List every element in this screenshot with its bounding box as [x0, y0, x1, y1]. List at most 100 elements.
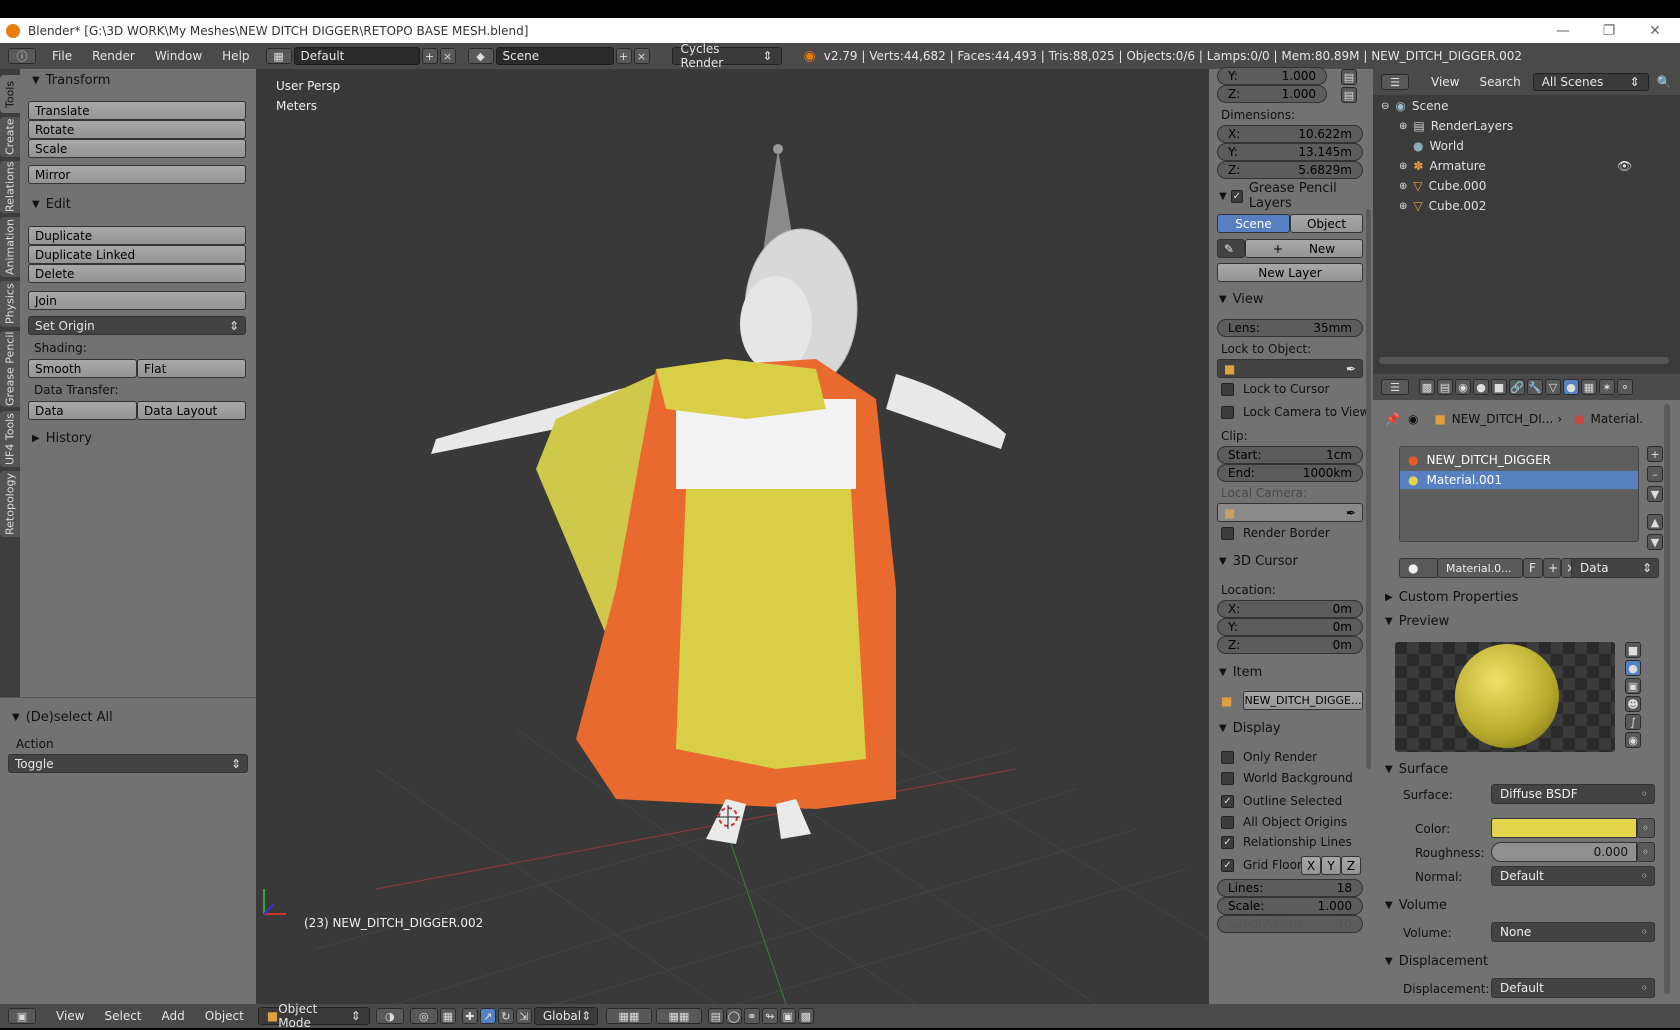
material-tab-icon[interactable]: ●: [1563, 379, 1579, 395]
editor-type-icon[interactable]: ⓘ: [8, 48, 36, 64]
orientation-select[interactable]: Global ⇕: [533, 1007, 598, 1025]
render-tab-icon[interactable]: ▩: [1419, 379, 1435, 395]
menu-select[interactable]: Select: [94, 1009, 151, 1023]
grid-floor-checkbox[interactable]: ✓ Grid Floor: [1221, 858, 1302, 872]
rotate-manipulator-icon[interactable]: ↻: [497, 1008, 514, 1024]
edit-panel-header[interactable]: ▼ Edit: [20, 193, 71, 215]
axis-z-toggle[interactable]: Z: [1341, 856, 1361, 875]
menu-file[interactable]: File: [42, 49, 82, 63]
tab-object[interactable]: Object: [1290, 214, 1363, 233]
relationship-lines-checkbox[interactable]: ✓ Relationship Lines: [1221, 835, 1352, 849]
menu-render[interactable]: Render: [82, 49, 145, 63]
view-panel-header[interactable]: ▼ View: [1209, 288, 1373, 310]
data-layout-button[interactable]: Data Layout: [137, 401, 246, 420]
close-icon[interactable]: ✕: [1632, 18, 1678, 43]
data-button[interactable]: Data: [28, 401, 137, 420]
displacement-select[interactable]: Default ◦: [1491, 978, 1655, 998]
3d-viewport[interactable]: User Persp Meters (23) NEW_DITCH_DIGGER.…: [256, 69, 1209, 1004]
scene-field[interactable]: Scene: [495, 47, 614, 65]
add-scene-icon[interactable]: +: [615, 48, 632, 64]
object-tab-icon[interactable]: ■: [1491, 379, 1507, 395]
color-swatch[interactable]: [1491, 818, 1637, 838]
grease-pencil-panel-header[interactable]: ▼ ✓ Grease Pencil Layers: [1209, 181, 1373, 211]
lock-camera-checkbox[interactable]: Lock Camera to View: [1221, 405, 1369, 419]
roughness-slider[interactable]: 0.000: [1491, 842, 1637, 862]
mode-select[interactable]: ■ Object Mode ⇕: [257, 1002, 370, 1030]
transform-manipulator-icon[interactable]: ✚: [461, 1008, 478, 1024]
preview-sphere-icon[interactable]: ●: [1625, 660, 1641, 676]
scene-icon[interactable]: ◆: [467, 48, 494, 64]
add-material-icon[interactable]: +: [1543, 558, 1561, 578]
outline-selected-checkbox[interactable]: ✓ Outline Selected: [1221, 794, 1342, 808]
preview-flat-icon[interactable]: ■: [1625, 642, 1641, 658]
preview-cube-icon[interactable]: ▣: [1625, 678, 1641, 694]
normal-select[interactable]: Default ◦: [1491, 866, 1655, 886]
scale-z-field[interactable]: Z: 1.000: [1217, 85, 1327, 103]
lens-field[interactable]: Lens: 35mm: [1217, 319, 1363, 337]
duplicate-linked-button[interactable]: Duplicate Linked: [28, 245, 246, 264]
search-icon[interactable]: 🔍: [1657, 75, 1672, 89]
render-border-checkbox[interactable]: Render Border: [1221, 526, 1330, 540]
layers-grid-2-icon[interactable]: ▦▦: [655, 1008, 702, 1024]
tab-scene[interactable]: Scene: [1217, 214, 1290, 233]
material-slot[interactable]: ● NEW_DITCH_DIGGER: [1400, 451, 1638, 469]
preview-hair-icon[interactable]: ∫: [1625, 714, 1641, 730]
manipulator-icon[interactable]: ▦: [439, 1008, 456, 1024]
layers-grid-icon[interactable]: ▦▦: [605, 1008, 652, 1024]
viewport-shading-icon[interactable]: ◑: [375, 1008, 404, 1024]
particles-tab-icon[interactable]: ✶: [1599, 379, 1615, 395]
translate-button[interactable]: Translate: [28, 101, 246, 120]
surface-shader-select[interactable]: Diffuse BSDF ◦: [1491, 784, 1655, 804]
add-layout-icon[interactable]: +: [421, 48, 438, 64]
scale-button[interactable]: Scale: [28, 139, 246, 158]
axis-x-toggle[interactable]: X: [1301, 856, 1321, 875]
world-tab-icon[interactable]: ●: [1473, 379, 1489, 395]
properties-scrollbar[interactable]: [1664, 404, 1670, 994]
lock-icon[interactable]: ▤: [1341, 69, 1357, 85]
screen-layout-icon[interactable]: ▦: [265, 48, 292, 64]
display-panel-header[interactable]: ▼ Display: [1209, 717, 1373, 739]
constraints-tab-icon[interactable]: 🔗: [1509, 379, 1525, 395]
menu-object[interactable]: Object: [195, 1009, 254, 1023]
layout-field[interactable]: Default: [293, 47, 420, 65]
scale-manipulator-icon[interactable]: ⇲: [515, 1008, 532, 1024]
layers-tab-icon[interactable]: ▤: [1437, 379, 1453, 395]
move-up-icon[interactable]: ▲: [1647, 514, 1663, 530]
dimension-y-field[interactable]: Y: 13.145m: [1217, 143, 1363, 161]
transform-panel-header[interactable]: ▼ Transform: [20, 69, 110, 91]
item-panel-header[interactable]: ▼ Item: [1209, 661, 1373, 683]
checkbox-checked[interactable]: ✓: [1230, 189, 1243, 203]
texture-tab-icon[interactable]: ▦: [1581, 379, 1597, 395]
translate-manipulator-icon[interactable]: ↗: [479, 1008, 496, 1024]
menu-view[interactable]: View: [46, 1009, 94, 1023]
tab-relations[interactable]: Relations: [0, 161, 20, 213]
outliner-item-cube-002[interactable]: ⊕ ▽ Cube.002: [1399, 197, 1486, 215]
physics-tab-icon[interactable]: ⚬: [1617, 379, 1633, 395]
outliner-filter-select[interactable]: All Scenes ⇕: [1532, 73, 1649, 91]
add-slot-icon[interactable]: +: [1647, 446, 1663, 462]
layer-lock-icon[interactable]: ▤: [707, 1008, 724, 1024]
clip-start-field[interactable]: Start: 1cm: [1217, 446, 1363, 464]
all-object-origins-checkbox[interactable]: All Object Origins: [1221, 815, 1347, 829]
preview-monkey-icon[interactable]: ☻: [1625, 696, 1641, 712]
dimension-z-field[interactable]: Z: 5.6829m: [1217, 161, 1363, 179]
slot-menu-icon[interactable]: ▼: [1647, 486, 1663, 502]
link-data-select[interactable]: Data ⇕: [1571, 558, 1659, 578]
render-engine-select[interactable]: Cycles Render ⇕: [671, 42, 782, 70]
restore-icon[interactable]: ❐: [1586, 18, 1632, 43]
tab-grease-pencil[interactable]: Grease Pencil: [0, 331, 20, 407]
scale-y-field[interactable]: Y: 1.000: [1217, 67, 1327, 85]
tab-tools[interactable]: Tools: [0, 75, 20, 113]
axis-y-toggle[interactable]: Y: [1321, 856, 1341, 875]
material-slot-selected[interactable]: ● Material.001: [1400, 471, 1638, 489]
item-name-field[interactable]: NEW_DITCH_DIGGE...: [1243, 691, 1363, 710]
menu-help[interactable]: Help: [212, 49, 259, 63]
cursor-y-field[interactable]: Y: 0m: [1217, 618, 1363, 636]
join-button[interactable]: Join: [28, 291, 246, 310]
flat-button[interactable]: Flat: [137, 359, 246, 378]
pencil-icon[interactable]: ✎: [1217, 239, 1245, 258]
visibility-eye-icon[interactable]: 👁: [1617, 159, 1632, 173]
minimize-icon[interactable]: —: [1540, 18, 1586, 43]
menu-window[interactable]: Window: [145, 49, 212, 63]
proportional-edit-icon[interactable]: ◯: [725, 1008, 742, 1024]
